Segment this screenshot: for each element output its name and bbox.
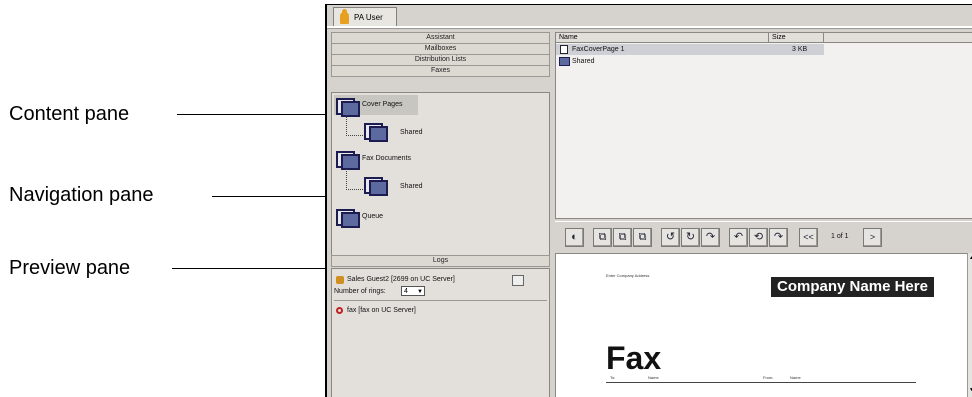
nav-label-cover-pages: Cover Pages	[362, 101, 403, 108]
nav-label-queue: Queue	[362, 213, 384, 220]
column-header-name[interactable]: Name	[556, 33, 769, 43]
callout-preview-pane: Preview pane	[9, 257, 131, 279]
divider	[334, 300, 547, 301]
preview-pane: Enter Company Address Company Name Here …	[555, 253, 968, 397]
preview-scrollbar[interactable]: ▲ ▼	[967, 253, 972, 397]
rings-value: 4	[404, 288, 408, 295]
table-row[interactable]: FaxCoverPage 1 3 KB	[556, 44, 824, 55]
copy-page-icon[interactable]: ⧉	[613, 228, 632, 247]
next-page-button[interactable]: >	[863, 228, 882, 247]
folder-icon	[336, 207, 360, 228]
phone-user-icon	[336, 276, 344, 284]
field-to-value: Name	[648, 375, 659, 380]
document-icon	[560, 45, 568, 54]
nav-item-cover-pages-shared[interactable]: Shared	[362, 121, 432, 142]
nav-label-shared: Shared	[400, 129, 423, 136]
zoom-in-icon[interactable]: ↷	[769, 228, 788, 247]
zoom-out-icon[interactable]: ↶	[729, 228, 748, 247]
contact-name: Sales Guest2 [2699 on UC Server]	[347, 276, 455, 283]
fax-status-icon	[336, 307, 343, 314]
application-window: PA User Assistant Mailboxes Distribution…	[325, 4, 972, 397]
nav-item-fax-documents-shared[interactable]: Shared	[362, 175, 432, 196]
chevron-down-icon: ▼	[417, 289, 423, 295]
user-icon	[340, 8, 349, 24]
eraser-icon[interactable]: ◐	[565, 228, 584, 247]
copy-page-icon[interactable]: ⧉	[593, 228, 612, 247]
line-status-panel: Sales Guest2 [2699 on UC Server] Number …	[331, 268, 550, 397]
content-pane: Name Size FaxCoverPage 1 3 KB Shared	[555, 32, 972, 219]
table-row[interactable]: Shared	[556, 56, 824, 67]
rotate-left-icon[interactable]: ↺	[661, 228, 680, 247]
field-from-label: From:	[763, 375, 774, 380]
folder-icon	[364, 121, 388, 142]
page-indicator: 1 of 1	[831, 233, 849, 240]
nav-item-queue[interactable]: Queue	[334, 207, 414, 229]
company-address: Enter Company Address	[606, 273, 650, 278]
zoom-fit-icon[interactable]: ⟲	[749, 228, 768, 247]
column-header-filler	[824, 33, 972, 43]
nav-item-cover-pages[interactable]: Cover Pages	[334, 95, 418, 117]
fax-line-label: fax [fax on UC Server]	[347, 307, 416, 314]
field-from-value: Name	[790, 375, 801, 380]
folder-icon	[364, 175, 388, 196]
callout-content-pane: Content pane	[9, 103, 130, 125]
calendar-icon[interactable]	[512, 275, 524, 286]
row-name: FaxCoverPage 1	[572, 46, 625, 53]
navigation-pane: Assistant Mailboxes Distribution Lists F…	[331, 32, 550, 397]
rotate-right-icon[interactable]: ↷	[701, 228, 720, 247]
rings-select[interactable]: 4 ▼	[401, 286, 425, 296]
fax-title: Fax	[606, 340, 662, 376]
tab-strip	[327, 26, 972, 29]
callout-navigation-pane: Navigation pane	[9, 184, 154, 206]
company-name-banner: Company Name Here	[771, 277, 934, 297]
tab-pa-user[interactable]: PA User	[333, 7, 397, 27]
category-faxes[interactable]: Faxes	[331, 65, 550, 77]
folder-icon	[336, 96, 360, 117]
nav-label-shared: Shared	[400, 183, 423, 190]
row-name: Shared	[572, 58, 595, 65]
nav-item-fax-documents[interactable]: Fax Documents	[334, 149, 434, 170]
leader-navigation-pane	[212, 196, 342, 197]
rings-label: Number of rings:	[334, 288, 386, 295]
row-size: 3 KB	[792, 46, 808, 53]
tab-label: PA User	[354, 13, 383, 22]
folder-icon	[559, 57, 570, 66]
column-header-size[interactable]: Size	[769, 33, 824, 43]
category-logs[interactable]: Logs	[331, 255, 550, 267]
fax-folder-tree: Cover Pages Shared Fax Documents Shared …	[331, 92, 550, 256]
folder-icon	[336, 149, 360, 170]
nav-label-fax-documents: Fax Documents	[362, 155, 412, 162]
field-underline	[606, 382, 916, 383]
previous-page-button[interactable]: <<	[799, 228, 818, 247]
copy-page-icon[interactable]: ⧉	[633, 228, 652, 247]
field-to-label: To:	[610, 375, 616, 380]
rotate-icon[interactable]: ↻	[681, 228, 700, 247]
preview-toolbar: ◐ ⧉ ⧉ ⧉ ↺ ↻ ↷ ↶ ⟲ ↷ << 1 of 1 >	[555, 221, 972, 252]
